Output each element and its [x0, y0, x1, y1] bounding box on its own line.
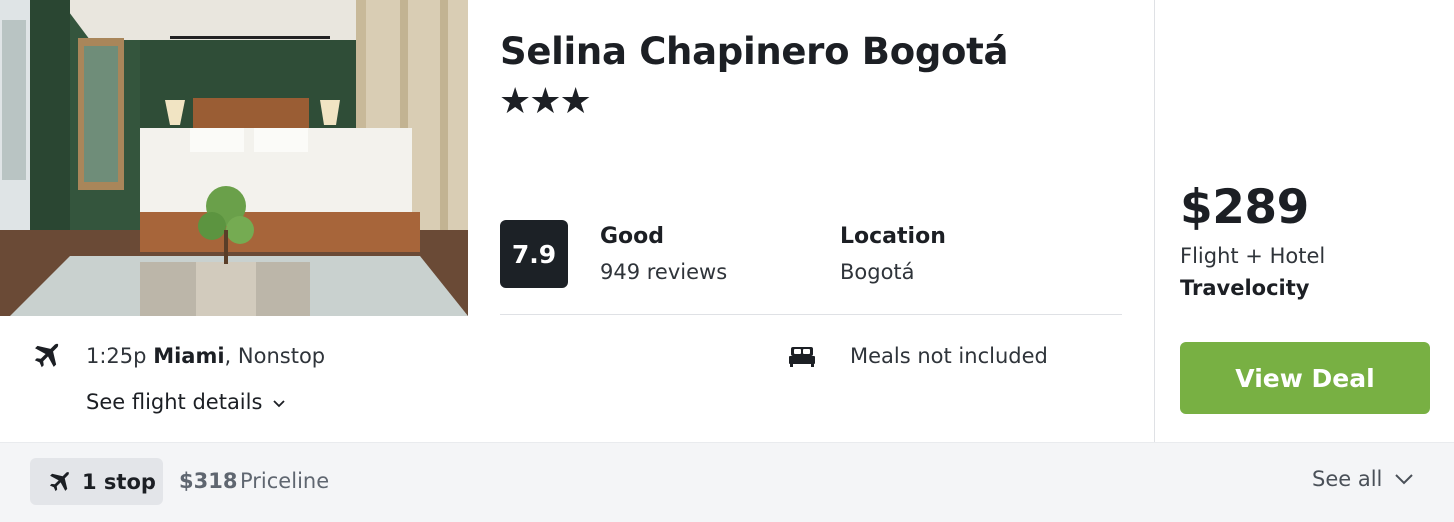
deal-provider: Travelocity	[1180, 276, 1310, 300]
review-count: 949 reviews	[600, 260, 728, 284]
location-label: Location	[840, 224, 946, 249]
hotel-photo[interactable]	[0, 0, 468, 316]
deal-price: $289	[1180, 180, 1309, 235]
section-divider	[500, 314, 1122, 315]
plane-icon	[49, 471, 70, 491]
meals-info: Meals not included	[850, 344, 1048, 368]
price-panel-separator	[1154, 0, 1155, 442]
review-score-badge: 7.9	[500, 220, 568, 288]
see-flight-details-label: See flight details	[86, 390, 263, 414]
hotel-result-card[interactable]: Selina Chapinero Bogotá ★★★ 7.9 Good 949…	[0, 0, 1454, 522]
alternative-price[interactable]: $318	[179, 469, 237, 493]
flight-summary: 1:25p Miami, Nonstop	[86, 344, 325, 368]
see-flight-details-link[interactable]: See flight details	[86, 390, 286, 414]
see-all-label: See all	[1312, 467, 1383, 491]
package-type: Flight + Hotel	[1180, 244, 1326, 268]
alternative-provider[interactable]: Priceline	[240, 469, 329, 493]
star-rating: ★★★	[499, 81, 592, 122]
stop-filter-chip[interactable]: 1 stop	[30, 458, 163, 505]
stop-chip-label: 1 stop	[82, 469, 156, 494]
flight-time: 1:25p	[86, 344, 147, 368]
location-value: Bogotá	[840, 260, 915, 284]
flight-origin: Miami	[153, 344, 225, 368]
rating-label: Good	[600, 224, 665, 249]
see-all-deals-link[interactable]: See all	[1312, 467, 1414, 491]
chevron-down-icon	[1395, 474, 1414, 485]
chevron-down-icon	[273, 400, 286, 408]
plane-icon	[34, 343, 59, 368]
bed-icon	[789, 347, 815, 367]
hotel-name[interactable]: Selina Chapinero Bogotá	[500, 30, 1009, 73]
view-deal-button[interactable]: View Deal	[1180, 342, 1430, 414]
flight-stops: , Nonstop	[224, 344, 326, 368]
